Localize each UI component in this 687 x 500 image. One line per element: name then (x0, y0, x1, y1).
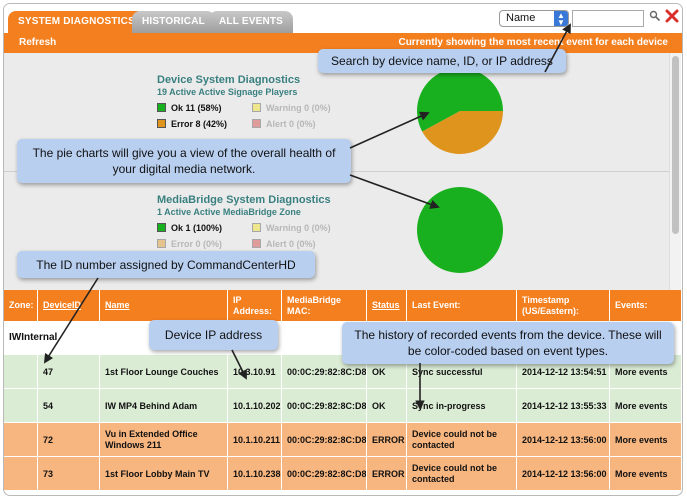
legend-ok: Ok 11 (58%) (157, 103, 222, 113)
error-swatch (157, 239, 166, 248)
col-ip-address: IP Address: (227, 290, 281, 321)
device-diagnostics-title: Device System Diagnostics (157, 74, 301, 86)
mediabridge-health-pie-chart (417, 187, 503, 273)
warning-swatch (252, 223, 261, 232)
col-events: Events: (609, 290, 681, 321)
table-row[interactable]: 72 Vu in Extended Office Windows 211 10.1.… (4, 422, 681, 457)
warning-swatch (252, 103, 261, 112)
table-row[interactable]: 73 1st Floor Lobby Main TV 10.1.10.238 00:0… (4, 456, 681, 491)
refresh-link[interactable]: Refresh (19, 33, 56, 53)
status-cell: OK (366, 389, 406, 423)
tab-all-events[interactable]: ALL EVENTS (209, 11, 294, 33)
col-status[interactable]: Status (366, 290, 406, 321)
zone-cell (4, 389, 37, 423)
zone-name: IWInternal (9, 332, 58, 343)
search-input[interactable] (572, 10, 644, 27)
callout-search: Search by device name, ID, or IP address (318, 49, 566, 73)
timestamp-cell: 2014-12-12 13:56:00 (516, 457, 609, 491)
device-id-cell: 47 (37, 355, 99, 389)
chevron-updown-icon: ▲ ▼ (554, 11, 568, 27)
col-mediabridge-mac: MediaBridge MAC: (281, 290, 366, 321)
mb-legend-error: Error 0 (0%) (157, 239, 222, 249)
device-name-cell: Vu in Extended Office Windows 211 (99, 423, 227, 457)
mediabridge-diagnostics-subtitle: 1 Active Active MediaBridge Zone (157, 207, 301, 217)
device-health-pie-chart (417, 68, 503, 154)
last-event-cell: Sync in-progress (406, 389, 516, 423)
callout-pie-charts: The pie charts will give you a view of t… (17, 139, 351, 183)
col-last-event: Last Event: (406, 290, 516, 321)
device-id-cell: 72 (37, 423, 99, 457)
col-device-id[interactable]: DeviceID (37, 290, 99, 321)
status-cell: ERROR (366, 457, 406, 491)
mac-address-cell: 00:0C:29:82:8C:D8 (281, 389, 367, 423)
legend-error-label: Error 8 (42%) (171, 119, 228, 129)
legend-alert: Alert 0 (0%) (252, 119, 316, 129)
mac-address-cell: 00:0C:29:82:8C:D8 (281, 457, 367, 491)
mb-legend-warning-label: Warning 0 (0%) (266, 223, 331, 233)
mb-legend-ok-label: Ok 1 (100%) (171, 223, 223, 233)
ok-swatch (157, 103, 166, 112)
tab-system-diagnostics[interactable]: SYSTEM DIAGNOSTICS (8, 11, 145, 33)
table-row[interactable]: 54 IW MP4 Behind Adam 10.1.10.202 00:0C:29:… (4, 388, 681, 423)
alert-swatch (252, 239, 261, 248)
legend-ok-label: Ok 11 (58%) (171, 103, 222, 113)
error-swatch (157, 119, 166, 128)
ip-address-cell: 10.1.10.211 (227, 423, 281, 457)
ip-address-cell: 10.1.10.202 (227, 389, 281, 423)
alert-swatch (252, 119, 261, 128)
tab-bar: SYSTEM DIAGNOSTICS HISTORICAL ALL EVENTS… (4, 4, 682, 34)
diagnostics-scrollbar[interactable] (669, 53, 681, 290)
zone-cell (4, 457, 37, 491)
callout-device-id: The ID number assigned by CommandCenterH… (17, 251, 315, 278)
ip-address-cell: 10.1.10.238 (227, 457, 281, 491)
clear-search-icon[interactable] (664, 8, 680, 24)
legend-alert-label: Alert 0 (0%) (266, 119, 316, 129)
device-name-cell: IW MP4 Behind Adam (99, 389, 227, 423)
device-diagnostics-subtitle: 19 Active Active Signage Players (157, 87, 298, 97)
pie-slice-ok (417, 187, 503, 273)
timestamp-cell: 2014-12-12 13:55:33 (516, 389, 609, 423)
legend-error: Error 8 (42%) (157, 119, 227, 129)
mb-legend-error-label: Error 0 (0%) (171, 239, 223, 249)
callout-event-history: The history of recorded events from the … (342, 322, 674, 364)
mb-legend-ok: Ok 1 (100%) (157, 223, 222, 233)
col-name[interactable]: Name (99, 290, 227, 321)
ok-swatch (157, 223, 166, 232)
col-zone: Zone: (9, 300, 34, 310)
more-events-link[interactable]: More events (609, 389, 681, 423)
mb-legend-alert-label: Alert 0 (0%) (266, 239, 316, 249)
last-event-cell: Device could not be contacted (406, 457, 516, 491)
search-filter-select[interactable]: Name ▲ ▼ (499, 10, 569, 27)
mb-legend-alert: Alert 0 (0%) (252, 239, 316, 249)
zone-cell (4, 355, 37, 389)
zone-cell (4, 423, 37, 457)
device-id-cell: 54 (37, 389, 99, 423)
events-table-header: Zone: DeviceID Name IP Address: MediaBri… (4, 290, 681, 321)
legend-warning-label: Warning 0 (0%) (266, 103, 331, 113)
device-name-cell: 1st Floor Lobby Main TV (99, 457, 227, 491)
search-filter-value: Name (506, 12, 536, 24)
mediabridge-diagnostics-title: MediaBridge System Diagnostics (157, 194, 331, 206)
status-cell: ERROR (366, 423, 406, 457)
timestamp-cell: 2014-12-12 13:56:00 (516, 423, 609, 457)
diagnostics-window: SYSTEM DIAGNOSTICS HISTORICAL ALL EVENTS… (3, 3, 683, 496)
mac-address-cell: 00:0C:29:82:8C:D8 (281, 423, 367, 457)
device-name-cell: 1st Floor Lounge Couches (99, 355, 227, 389)
tab-historical[interactable]: HISTORICAL (132, 11, 215, 33)
callout-ip-address: Device IP address (149, 320, 278, 350)
mb-legend-warning: Warning 0 (0%) (252, 223, 331, 233)
col-timestamp: Timestamp (US/Eastern): (516, 290, 609, 321)
last-event-cell: Device could not be contacted (406, 423, 516, 457)
ip-address-cell: 10.3.10.91 (227, 355, 281, 389)
legend-warning: Warning 0 (0%) (252, 103, 331, 113)
more-events-link[interactable]: More events (609, 457, 681, 491)
device-id-cell: 73 (37, 457, 99, 491)
scrollbar-thumb[interactable] (672, 56, 679, 234)
more-events-link[interactable]: More events (609, 423, 681, 457)
search-icon[interactable] (649, 10, 661, 22)
